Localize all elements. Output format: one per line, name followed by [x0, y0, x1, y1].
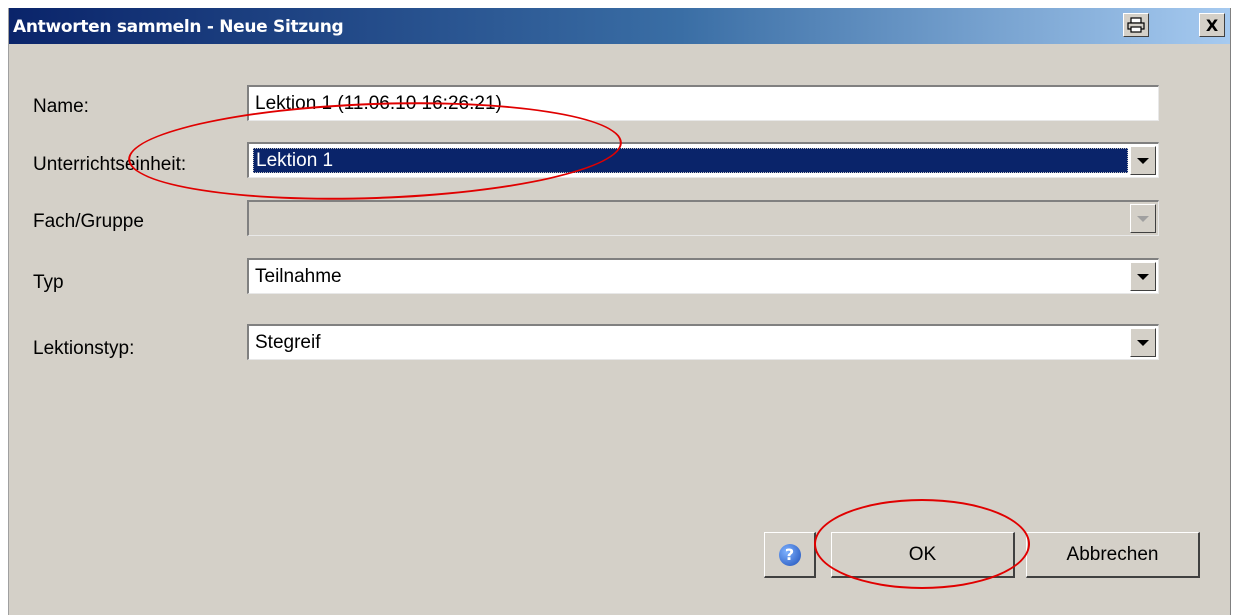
- lesson-type-dropdown-value: Stegreif: [255, 332, 321, 353]
- chevron-down-icon: [1137, 157, 1149, 164]
- subject-dropdown-button: [1130, 204, 1156, 233]
- lesson-type-dropdown[interactable]: Stegreif: [247, 324, 1159, 360]
- title-bar[interactable]: Antworten sammeln - Neue Sitzung X: [9, 8, 1230, 44]
- subject-dropdown: [247, 200, 1159, 236]
- ok-button[interactable]: OK: [831, 532, 1015, 578]
- name-field-value: Lektion 1 (11.06.10 16:26:21): [255, 93, 502, 114]
- close-button[interactable]: X: [1199, 13, 1225, 37]
- unit-dropdown-value: Lektion 1: [256, 150, 334, 171]
- unit-dropdown[interactable]: Lektion 1: [247, 142, 1159, 178]
- help-button[interactable]: ?: [764, 532, 816, 578]
- window-title: Antworten sammeln - Neue Sitzung: [13, 17, 344, 37]
- lesson-type-dropdown-button[interactable]: [1130, 328, 1156, 357]
- subject-label: Fach/Gruppe: [33, 211, 144, 232]
- chevron-down-icon: [1137, 273, 1149, 280]
- type-dropdown-button[interactable]: [1130, 262, 1156, 291]
- print-button[interactable]: [1123, 13, 1149, 37]
- unit-dropdown-button[interactable]: [1130, 146, 1156, 175]
- cancel-button[interactable]: Abbrechen: [1026, 532, 1200, 578]
- type-dropdown-value: Teilnahme: [255, 266, 342, 287]
- chevron-down-icon: [1137, 339, 1149, 346]
- close-icon: X: [1205, 15, 1219, 35]
- type-label: Typ: [33, 272, 64, 293]
- name-field[interactable]: Lektion 1 (11.06.10 16:26:21): [247, 85, 1159, 121]
- dialog-window: Antworten sammeln - Neue Sitzung X Name:…: [8, 8, 1231, 615]
- lesson-type-label: Lektionstyp:: [33, 338, 135, 359]
- help-icon: ?: [778, 543, 801, 566]
- printer-icon: [1127, 17, 1145, 33]
- unit-selection-highlight: [253, 148, 1128, 173]
- type-dropdown[interactable]: Teilnahme: [247, 258, 1159, 294]
- name-label: Name:: [33, 96, 89, 117]
- unit-label: Unterrichtseinheit:: [33, 154, 187, 175]
- chevron-down-icon: [1137, 215, 1149, 222]
